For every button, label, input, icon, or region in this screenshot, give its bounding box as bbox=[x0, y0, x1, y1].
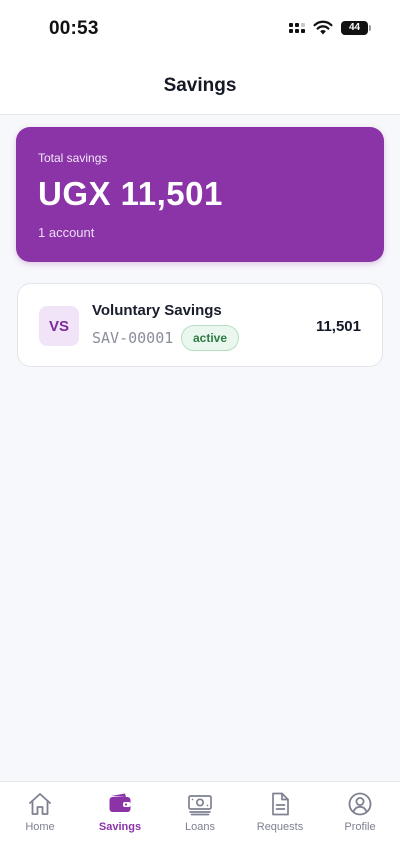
nav-label-home: Home bbox=[25, 821, 55, 833]
bottom-nav: Home Savings Loans Requests Profile bbox=[0, 781, 400, 867]
nav-label-savings: Savings bbox=[98, 821, 142, 833]
nav-home[interactable]: Home bbox=[0, 782, 80, 867]
account-number: SAV-00001 bbox=[92, 329, 174, 347]
total-savings-amount: UGX 11,501 bbox=[38, 175, 223, 212]
status-bar: 00:53 44 bbox=[0, 0, 400, 58]
cash-icon bbox=[188, 795, 212, 816]
header: Savings bbox=[0, 58, 400, 115]
savings-account-card[interactable]: VS Voluntary Savings SAV-00001 active 11… bbox=[17, 283, 383, 367]
status-icons: 44 bbox=[289, 20, 371, 35]
nav-label-loans: Loans bbox=[185, 821, 215, 833]
cellular-signal-icon bbox=[289, 22, 305, 33]
nav-savings[interactable]: Savings bbox=[80, 782, 160, 867]
nav-label-requests: Requests bbox=[256, 821, 304, 833]
status-time: 00:53 bbox=[49, 18, 99, 39]
status-badge: active bbox=[181, 325, 240, 351]
account-count: 1 account bbox=[38, 225, 95, 240]
user-circle-icon bbox=[348, 792, 372, 816]
nav-loans[interactable]: Loans bbox=[160, 782, 240, 867]
account-avatar: VS bbox=[39, 306, 79, 346]
account-name: Voluntary Savings bbox=[92, 302, 222, 319]
document-icon bbox=[272, 792, 289, 816]
account-balance: 11,501 bbox=[315, 318, 361, 335]
nav-profile[interactable]: Profile bbox=[320, 782, 400, 867]
page-title: Savings bbox=[163, 75, 237, 96]
battery-icon: 44 bbox=[341, 20, 371, 35]
wifi-icon bbox=[313, 20, 333, 35]
wallet-icon bbox=[109, 793, 131, 812]
battery-level: 44 bbox=[348, 22, 361, 33]
home-icon bbox=[29, 793, 51, 815]
total-savings-label: Total savings bbox=[38, 151, 108, 165]
nav-label-profile: Profile bbox=[344, 821, 376, 833]
savings-screen: 00:53 44 Savings Total savings UGX 11,50… bbox=[0, 0, 400, 867]
nav-requests[interactable]: Requests bbox=[240, 782, 320, 867]
total-savings-card: Total savings UGX 11,501 1 account bbox=[16, 127, 384, 262]
